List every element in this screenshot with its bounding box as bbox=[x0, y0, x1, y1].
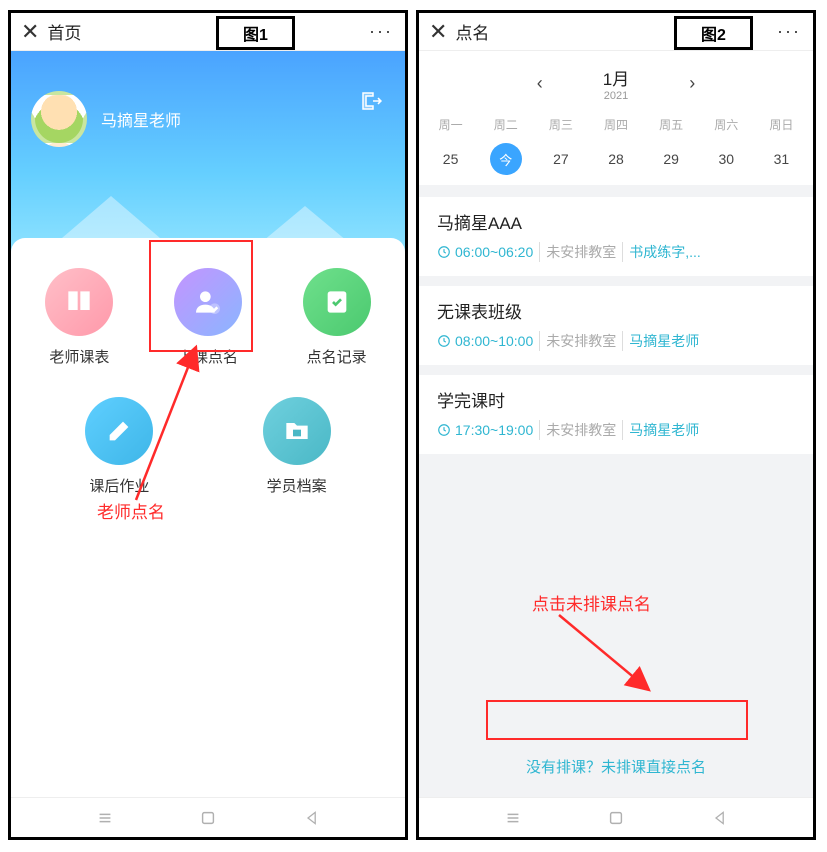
class-link[interactable]: 马摘星老师 bbox=[622, 331, 699, 351]
chevron-right-icon[interactable]: › bbox=[689, 73, 695, 94]
class-title: 无课表班级 bbox=[437, 298, 795, 323]
month-label: 1月 bbox=[603, 65, 629, 90]
nav-back-icon[interactable] bbox=[302, 808, 322, 828]
annotation-arrow bbox=[539, 610, 669, 700]
date-cell[interactable]: 27 bbox=[533, 143, 588, 175]
class-room: 未安排教室 bbox=[539, 331, 616, 351]
class-title: 学完课时 bbox=[437, 387, 795, 412]
nav-home-icon[interactable] bbox=[198, 808, 218, 828]
username: 马摘星老师 bbox=[101, 107, 181, 131]
menu-label: 学员档案 bbox=[267, 475, 327, 496]
class-list: 马摘星AAA 06:00~06:20 未安排教室 书成练字,... 无课表班级 … bbox=[419, 185, 813, 797]
close-icon[interactable]: ✕ bbox=[429, 19, 447, 45]
book-icon bbox=[45, 268, 113, 336]
page-title: 点名 bbox=[455, 19, 489, 44]
date-cell[interactable]: 25 bbox=[423, 143, 478, 175]
class-time: 08:00~10:00 bbox=[437, 333, 533, 349]
class-link[interactable]: 马摘星老师 bbox=[622, 420, 699, 440]
class-title: 马摘星AAA bbox=[437, 209, 795, 234]
phone-figure-1: ✕ 首页 ··· 马摘星老师 老师课表 上课点名 点名记录 bbox=[8, 10, 408, 840]
weekday: 周四 bbox=[588, 116, 643, 133]
menu-homework[interactable]: 课后作业 bbox=[79, 397, 160, 496]
annotation-text: 点击未排课点名 bbox=[532, 590, 651, 615]
weekday: 周三 bbox=[533, 116, 588, 133]
hero-banner: 马摘星老师 bbox=[11, 51, 405, 256]
class-link[interactable]: 书成练字,... bbox=[622, 242, 701, 262]
annotation-text: 老师点名 bbox=[97, 498, 165, 523]
year-label: 2021 bbox=[603, 90, 629, 102]
annotation-box-rollcall bbox=[149, 240, 253, 352]
date-row: 25 今 27 28 29 30 31 bbox=[419, 137, 813, 185]
weekday: 周日 bbox=[754, 116, 809, 133]
figure-label-2: 图2 bbox=[674, 16, 753, 50]
menu-sheet: 老师课表 上课点名 点名记录 课后作业 学员档案 老师点名 bbox=[11, 238, 405, 797]
menu-rollcall-record[interactable]: 点名记录 bbox=[276, 268, 397, 367]
class-item[interactable]: 无课表班级 08:00~10:00 未安排教室 马摘星老师 bbox=[419, 286, 813, 365]
date-cell[interactable]: 29 bbox=[644, 143, 699, 175]
date-cell[interactable]: 28 bbox=[588, 143, 643, 175]
titlebar-left: ✕ 首页 ··· bbox=[11, 13, 405, 51]
date-cell[interactable]: 31 bbox=[754, 143, 809, 175]
class-room: 未安排教室 bbox=[539, 242, 616, 262]
close-icon[interactable]: ✕ bbox=[21, 19, 39, 45]
nav-recent-icon[interactable] bbox=[95, 808, 115, 828]
logout-icon[interactable] bbox=[361, 91, 385, 116]
menu-label: 课后作业 bbox=[89, 475, 149, 496]
annotation-box-bottomlink bbox=[486, 700, 748, 740]
clipboard-check-icon bbox=[303, 268, 371, 336]
nav-back-icon[interactable] bbox=[710, 808, 730, 828]
menu-student-files[interactable]: 学员档案 bbox=[256, 397, 337, 496]
menu-teacher-schedule[interactable]: 老师课表 bbox=[19, 268, 140, 367]
chevron-left-icon[interactable]: ‹ bbox=[537, 73, 543, 94]
more-icon[interactable]: ··· bbox=[369, 21, 393, 42]
system-navbar bbox=[11, 797, 405, 837]
figure-label-1: 图1 bbox=[216, 16, 295, 50]
menu-label: 老师课表 bbox=[49, 346, 109, 367]
date-cell-today[interactable]: 今 bbox=[478, 143, 533, 175]
avatar[interactable] bbox=[31, 91, 87, 147]
more-icon[interactable]: ··· bbox=[777, 21, 801, 42]
nav-home-icon[interactable] bbox=[606, 808, 626, 828]
class-time: 17:30~19:00 bbox=[437, 422, 533, 438]
folder-icon bbox=[263, 397, 331, 465]
menu-label: 点名记录 bbox=[307, 346, 367, 367]
system-navbar bbox=[419, 797, 813, 837]
edit-icon bbox=[85, 397, 153, 465]
no-schedule-link[interactable]: 没有排课？未排课直接点名 bbox=[419, 740, 813, 793]
class-time: 06:00~06:20 bbox=[437, 244, 533, 260]
weekday: 周一 bbox=[423, 116, 478, 133]
class-item[interactable]: 马摘星AAA 06:00~06:20 未安排教室 书成练字,... bbox=[419, 197, 813, 276]
weekday: 周五 bbox=[644, 116, 699, 133]
date-cell[interactable]: 30 bbox=[699, 143, 754, 175]
class-item[interactable]: 学完课时 17:30~19:00 未安排教室 马摘星老师 bbox=[419, 375, 813, 454]
calendar-header: ‹ 1月 2021 › bbox=[419, 51, 813, 110]
phone-figure-2: ✕ 点名 ··· ‹ 1月 2021 › 周一 周二 周三 周四 周五 周六 周… bbox=[416, 10, 816, 840]
titlebar-right: ✕ 点名 ··· bbox=[419, 13, 813, 51]
weekday: 周六 bbox=[699, 116, 754, 133]
page-title: 首页 bbox=[47, 19, 81, 44]
class-room: 未安排教室 bbox=[539, 420, 616, 440]
weekday-row: 周一 周二 周三 周四 周五 周六 周日 bbox=[419, 110, 813, 137]
nav-recent-icon[interactable] bbox=[503, 808, 523, 828]
weekday: 周二 bbox=[478, 116, 533, 133]
month-display[interactable]: 1月 2021 bbox=[603, 65, 629, 102]
